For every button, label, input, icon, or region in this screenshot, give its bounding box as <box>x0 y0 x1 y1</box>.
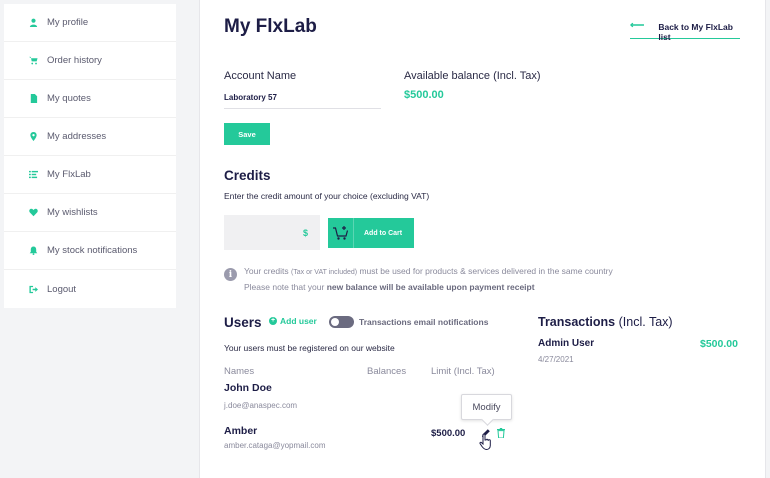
user-name: Amber <box>224 425 258 437</box>
currency-symbol: $ <box>302 227 308 238</box>
logout-icon <box>28 284 38 294</box>
column-header-limit: Limit (Incl. Tax) <box>431 366 495 377</box>
modify-tooltip: Modify <box>461 394 512 420</box>
transaction-user: Admin User <box>538 338 595 349</box>
credits-info-line-1: Your credits (Tax or VAT included) must … <box>244 264 613 280</box>
sidebar-item-my-stock-notifications[interactable]: My stock notifications <box>4 232 176 270</box>
toggle-knob <box>331 318 339 326</box>
delete-trash-icon[interactable] <box>496 427 506 439</box>
transactions-heading-label: Transactions <box>538 315 616 329</box>
sidebar-item-label: Order history <box>47 55 102 66</box>
sidebar-item-label: My stock notifications <box>47 245 138 256</box>
info-icon: i <box>224 268 237 281</box>
add-to-cart-button[interactable]: Add to Cart <box>328 218 414 248</box>
transaction-date: 4/27/2021 <box>538 355 574 364</box>
transaction-amount: $500.00 <box>700 338 738 350</box>
bell-icon <box>28 246 38 256</box>
page-title: My FlxLab <box>224 16 317 37</box>
arrow-left-icon: ⟵ <box>630 20 645 31</box>
credits-info-line-2: Please note that your new balance will b… <box>244 280 613 294</box>
user-limit-value: $500.00 <box>431 428 466 439</box>
user-name: John Doe <box>224 382 272 394</box>
transactions-heading: Transactions (Incl. Tax) <box>538 315 673 329</box>
users-note: Your users must be registered on our web… <box>224 343 395 353</box>
sidebar-item-logout[interactable]: Logout <box>4 270 176 308</box>
sidebar-item-label: Logout <box>47 283 77 295</box>
cart-plus-icon <box>328 218 354 248</box>
sidebar-item-my-profile[interactable]: My profile <box>4 4 176 42</box>
column-header-names: Names <box>224 366 255 377</box>
credit-amount-input[interactable]: $ <box>224 215 320 250</box>
info-line-2-part-a: Please note that your <box>244 282 325 292</box>
info-line-1-small: (Tax or VAT included) <box>290 269 358 276</box>
back-to-list-link[interactable]: ⟵ Back to My FlxLab list <box>630 20 740 42</box>
back-link-label: Back to My FlxLab list <box>658 22 733 42</box>
account-name-label: Account Name <box>224 70 297 82</box>
credits-info-text: Your credits (Tax or VAT included) must … <box>244 264 613 294</box>
transactions-heading-suffix: (Incl. Tax) <box>618 315 673 329</box>
map-pin-icon <box>28 132 38 142</box>
add-user-label: Add user <box>280 316 317 326</box>
column-header-balances: Balances <box>367 366 407 377</box>
sidebar-item-label: My addresses <box>47 131 107 142</box>
users-heading: Users <box>224 315 262 330</box>
info-line-1-part-b: must be used for products & services del… <box>359 266 613 276</box>
save-button[interactable]: Save <box>224 123 270 145</box>
transactions-email-toggle[interactable] <box>329 316 354 328</box>
add-user-button[interactable]: + Add user <box>269 316 317 326</box>
plus-circle-icon: + <box>269 317 277 325</box>
user-email: j.doe@anaspec.com <box>224 401 298 410</box>
sidebar-item-my-wishlists[interactable]: My wishlists <box>4 194 176 232</box>
document-icon <box>28 94 38 104</box>
account-sidebar: My profile Order history My quotes My ad… <box>4 4 176 308</box>
sidebar-item-label: My FlxLab <box>47 169 91 180</box>
pointer-cursor-icon <box>479 433 493 451</box>
available-balance-label: Available balance (Incl. Tax) <box>404 70 541 82</box>
main-content: My FlxLab ⟵ Back to My FlxLab list Accou… <box>199 0 766 478</box>
heart-icon <box>28 208 38 218</box>
account-name-field[interactable]: Laboratory 57 <box>224 88 381 109</box>
credits-heading: Credits <box>224 168 271 183</box>
credits-instructions: Enter the credit amount of your choice (… <box>224 191 430 201</box>
sidebar-item-my-quotes[interactable]: My quotes <box>4 80 176 118</box>
info-line-1-part-a: Your credits <box>244 266 289 276</box>
sidebar-item-my-addresses[interactable]: My addresses <box>4 118 176 156</box>
transactions-email-toggle-label: Transactions email notifications <box>359 317 489 327</box>
add-to-cart-label: Add to Cart <box>364 229 403 237</box>
user-email: amber.cataga@yopmail.com <box>224 441 326 450</box>
available-balance-value: $500.00 <box>404 89 444 101</box>
sidebar-item-label: My wishlists <box>47 207 98 218</box>
sidebar-item-label: My quotes <box>47 93 91 104</box>
sidebar-item-order-history[interactable]: Order history <box>4 42 176 80</box>
info-line-2-bold: new balance will be available upon payme… <box>326 282 535 292</box>
user-icon <box>28 18 38 28</box>
sidebar-item-label: My profile <box>47 17 89 28</box>
sidebar-item-my-flxlab[interactable]: My FlxLab <box>4 156 176 194</box>
cart-icon <box>28 56 38 66</box>
list-icon <box>28 170 38 180</box>
